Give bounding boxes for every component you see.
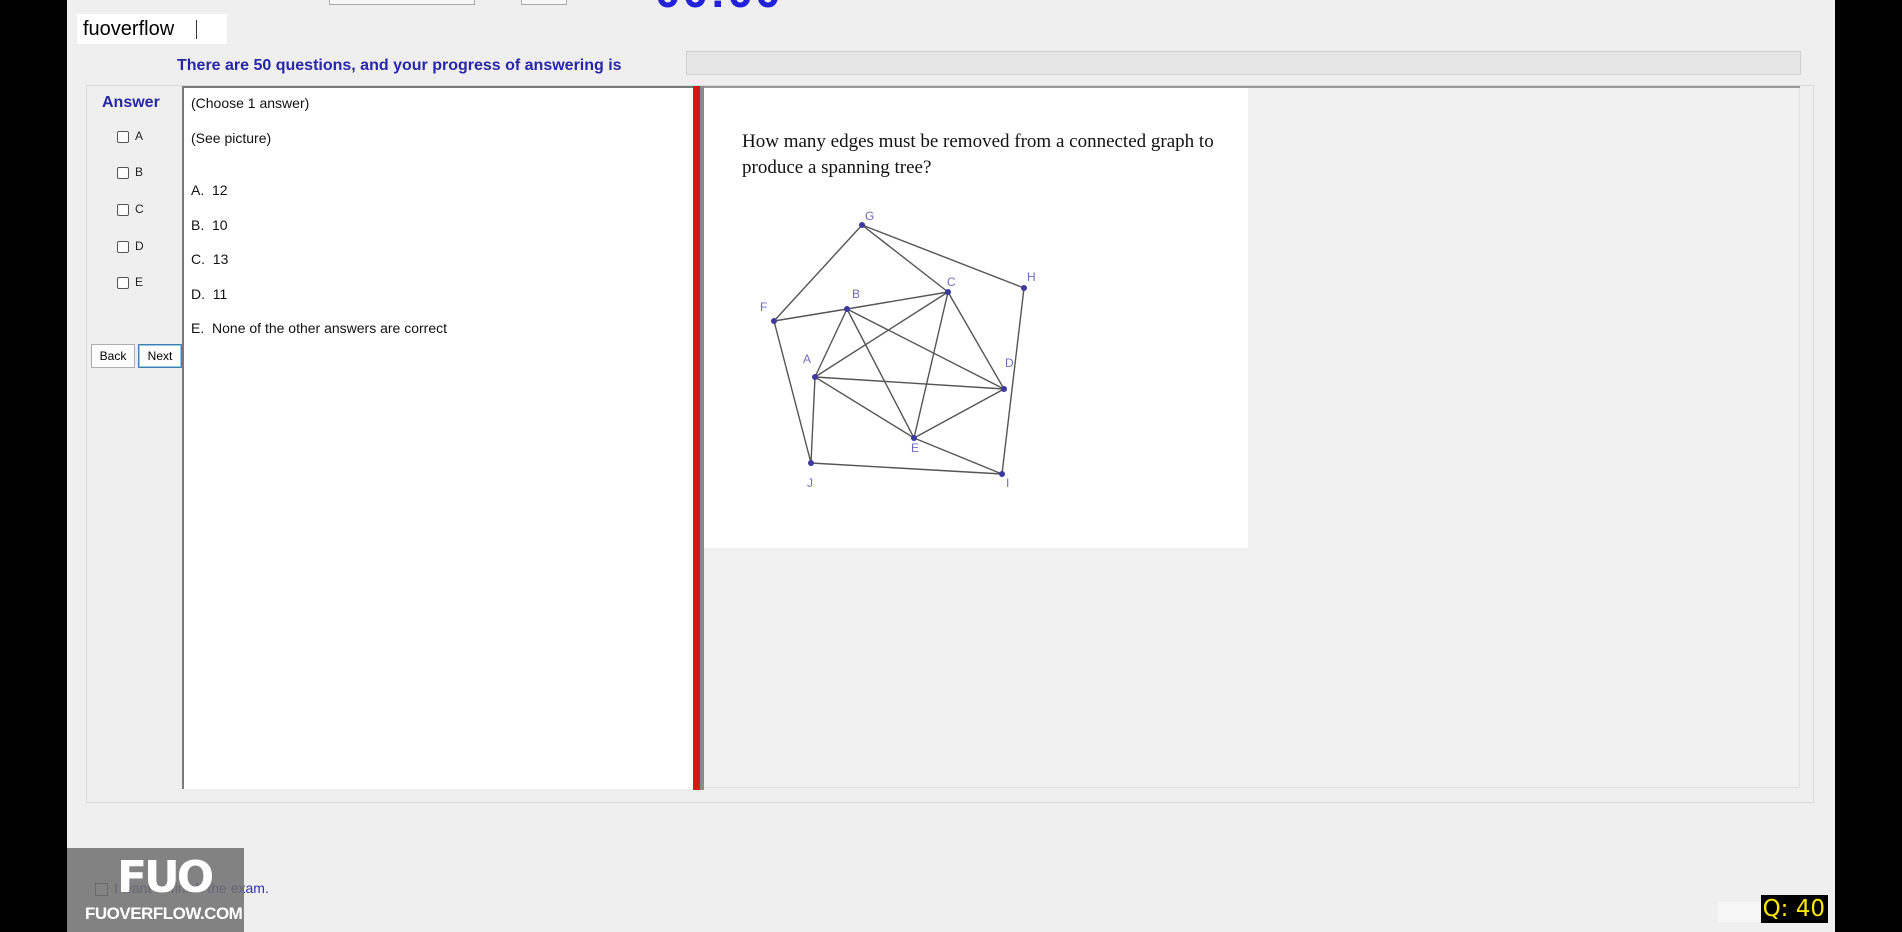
checkbox[interactable] [117, 240, 129, 253]
choice-c: C. 13 [191, 251, 229, 267]
timer-display: 00:00 [655, 0, 795, 8]
label-g: G [865, 209, 874, 223]
progress-bar [686, 51, 1801, 75]
checkbox[interactable] [117, 203, 129, 216]
counter-strip [1718, 902, 1761, 922]
label-i: I [1006, 476, 1009, 490]
label-e: E [911, 441, 919, 455]
answer-option-a[interactable]: A [117, 128, 143, 144]
label-c: C [947, 275, 956, 289]
instruction-text: (Choose 1 answer) [191, 95, 310, 111]
choice-b: B. 10 [191, 217, 228, 233]
checkbox[interactable] [117, 130, 129, 143]
choice-a: A. 12 [191, 182, 228, 198]
logo-wordmark: FUOVERFLOW.COM [85, 904, 243, 923]
label-a: A [803, 352, 811, 366]
exam-window: 00:00 fuoverflow There are 50 questions,… [67, 0, 1835, 932]
question-picture: How many edges must be removed from a co… [704, 88, 1248, 548]
node-h [1021, 285, 1027, 291]
fuoverflow-logo: FUO FUOVERFLOW.COM [67, 848, 244, 932]
node-a [812, 374, 818, 380]
next-button[interactable]: Next [138, 344, 182, 368]
graph-diagram: G H C B F A D E J I [760, 209, 1036, 490]
logo-mark: FUO [117, 852, 214, 903]
label-h: H [1027, 270, 1036, 284]
node-f [771, 318, 777, 324]
question-text-panel: (Choose 1 answer) (See picture) A. 12 B.… [182, 86, 695, 789]
answer-option-c[interactable]: C [117, 201, 144, 217]
answer-option-d[interactable]: D [117, 238, 144, 254]
label-f: F [760, 300, 767, 314]
choice-d: D. 11 [191, 286, 228, 302]
checkbox[interactable] [117, 276, 129, 289]
answer-title: Answer [102, 94, 160, 111]
node-i [999, 471, 1005, 477]
back-button[interactable]: Back [91, 344, 135, 368]
node-c [945, 289, 951, 295]
see-picture-text: (See picture) [191, 130, 272, 146]
brand-label: fuoverflow [77, 14, 227, 44]
top-button-fragment[interactable] [521, 0, 567, 5]
top-dropdown-fragment[interactable] [329, 0, 475, 5]
text-cursor [196, 20, 197, 39]
question-counter: Q: 40 [1761, 895, 1828, 923]
answer-option-b[interactable]: B [117, 164, 143, 180]
label-d: D [1005, 356, 1014, 370]
label-b: B [852, 287, 860, 301]
progress-label: There are 50 questions, and your progres… [177, 57, 622, 74]
label-j: J [807, 476, 813, 490]
answer-option-e[interactable]: E [117, 274, 143, 290]
node-j [808, 460, 814, 466]
checkbox[interactable] [117, 166, 129, 179]
node-b [844, 306, 850, 312]
choice-e: E. None of the other answers are correct [191, 320, 448, 336]
splitter-highlight[interactable] [693, 86, 700, 790]
node-d [1001, 386, 1007, 392]
